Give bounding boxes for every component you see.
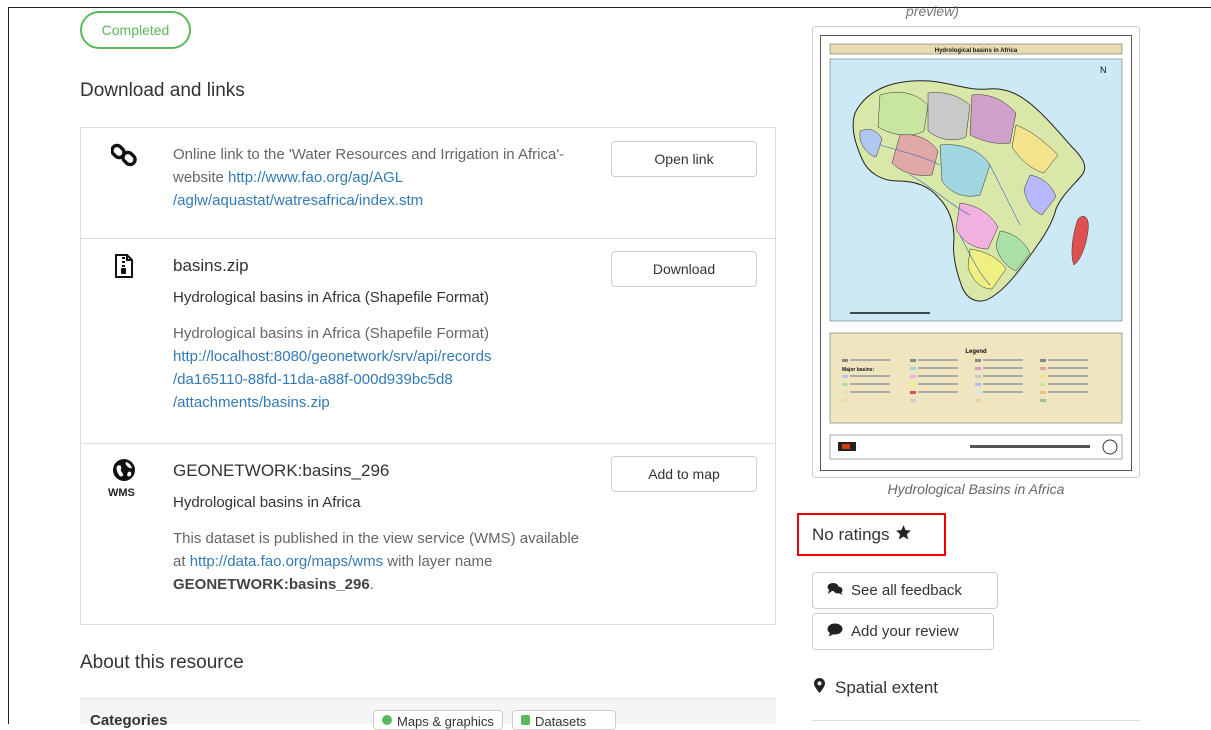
preview-caption-top: preview)	[906, 3, 959, 19]
zip-file-subtitle: Hydrological basins in Africa (Shapefile…	[173, 289, 489, 306]
map-legend-title: Legend	[965, 349, 987, 355]
wms-label: WMS	[108, 487, 135, 499]
spatial-extent-heading: Spatial extent	[814, 678, 938, 698]
spatial-extent-label: Spatial extent	[835, 678, 939, 697]
download-button[interactable]: Download	[611, 251, 757, 287]
online-link-description: Online link to the 'Water Resources and …	[173, 143, 593, 212]
zip-url-line2: /da165110-88fd-11da-a88f-000d939bc5d8	[173, 371, 453, 388]
category-chip-datasets[interactable]: Datasets	[512, 710, 616, 730]
category-chip-datasets-label: Datasets	[535, 714, 587, 729]
zip-file-icon	[111, 253, 137, 279]
link-row-wms: WMS GEONETWORK:basins_296 Hydrological b…	[81, 443, 775, 624]
online-link-url-line2: /aglw/aquastat/watresafrica/index.stm	[173, 192, 424, 209]
zip-file-url[interactable]: http://localhost:8080/geonetwork/srv/api…	[173, 348, 492, 411]
map-legend-major-basins: Major basins:	[842, 367, 875, 373]
zip-url-line1: http://localhost:8080/geonetwork/srv/api…	[173, 348, 492, 365]
link-row-online: Online link to the 'Water Resources and …	[81, 128, 775, 238]
zip-file-desc-text: Hydrological basins in Africa (Shapefile…	[173, 325, 489, 342]
sidebar-divider	[812, 720, 1140, 721]
map-thumbnail: Hydrological basins in Africa N Legend M…	[820, 35, 1132, 471]
see-all-feedback-label: See all feedback	[851, 582, 962, 599]
category-chip-maps-label: Maps & graphics	[397, 714, 494, 729]
category-chip-maps[interactable]: Maps & graphics	[373, 710, 503, 730]
zip-file-description: Hydrological basins in Africa (Shapefile…	[173, 322, 593, 414]
comment-icon	[827, 623, 843, 641]
zip-file-name: basins.zip	[173, 256, 249, 275]
wms-desc-end: .	[369, 576, 374, 593]
star-icon	[895, 524, 912, 546]
add-your-review-label: Add your review	[851, 623, 959, 640]
thumbnail-caption: Hydrological Basins in Africa	[887, 481, 1065, 497]
status-badge: Completed	[80, 11, 191, 49]
download-section-title: Download and links	[80, 80, 245, 101]
svg-text:N: N	[1100, 65, 1107, 75]
ratings-text: No ratings	[812, 524, 890, 544]
frame-top-border	[8, 7, 1211, 8]
map-thumbnail-title: Hydrological basins in Africa	[935, 48, 1018, 54]
frame-left-border	[8, 7, 9, 724]
globe-icon	[111, 457, 137, 483]
wms-desc-part2: with layer name	[383, 553, 493, 570]
zip-url-line3: /attachments/basins.zip	[173, 394, 330, 411]
link-row-zip: basins.zip Hydrological basins in Africa…	[81, 238, 775, 443]
wms-layer-name: GEONETWORK:basins_296	[173, 576, 370, 593]
wms-layer-subtitle: Hydrological basins in Africa	[173, 494, 361, 511]
add-to-map-button[interactable]: Add to map	[611, 456, 757, 492]
open-link-button[interactable]: Open link	[611, 141, 757, 177]
about-section-title: About this resource	[80, 652, 244, 673]
wms-service-url[interactable]: http://data.fao.org/maps/wms	[190, 553, 383, 570]
ratings-display[interactable]: No ratings	[797, 513, 946, 556]
wms-layer-title: GEONETWORK:basins_296	[173, 461, 390, 480]
comments-icon	[827, 582, 843, 600]
thumbnail-frame[interactable]: Hydrological basins in Africa N Legend M…	[812, 26, 1140, 478]
see-all-feedback-button[interactable]: See all feedback	[812, 572, 998, 609]
online-link-url-line1: http://www.fao.org/ag/AGL	[228, 169, 404, 186]
link-icon	[111, 142, 137, 168]
download-links-panel: Online link to the 'Water Resources and …	[80, 127, 776, 625]
add-your-review-button[interactable]: Add your review	[812, 613, 994, 650]
categories-bar: Categories Maps & graphics Datasets	[80, 698, 776, 730]
wms-description: This dataset is published in the view se…	[173, 527, 593, 596]
categories-label: Categories	[90, 712, 168, 729]
map-marker-icon	[814, 678, 825, 698]
